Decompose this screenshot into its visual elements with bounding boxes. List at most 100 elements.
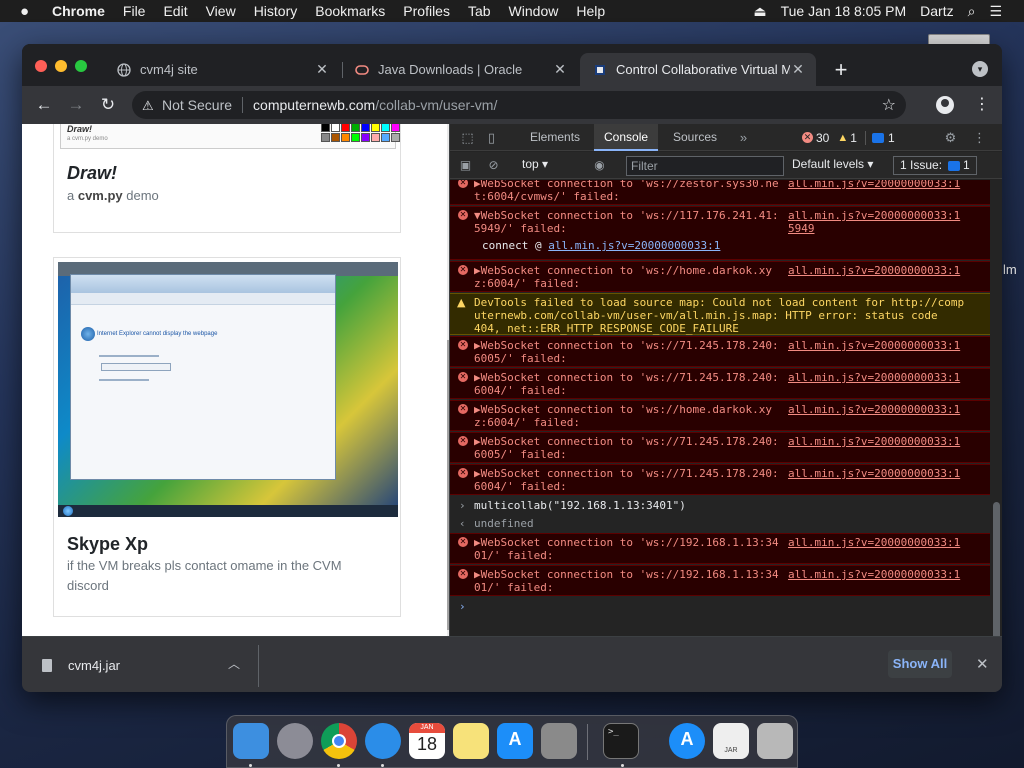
console-command-row[interactable]: › multicollab("192.168.1.13:3401") xyxy=(450,496,990,514)
minimize-window-button[interactable] xyxy=(55,60,67,72)
zoom-window-button[interactable] xyxy=(75,60,87,72)
console-source-link[interactable]: all.min.js?v=20000000033:1 xyxy=(788,568,988,581)
console-error-row[interactable]: ✕ ▶WebSocket connection to 'ws://home.dar… xyxy=(450,400,990,431)
menu-bookmarks[interactable]: Bookmarks xyxy=(315,3,385,19)
back-arrow-icon[interactable]: ← xyxy=(34,95,54,115)
safari-icon[interactable] xyxy=(365,723,401,759)
security-label[interactable]: Not Secure xyxy=(162,97,232,113)
show-all-downloads-button[interactable]: Show All xyxy=(888,650,952,678)
console-source-link[interactable]: all.min.js?v=20000000033:1 xyxy=(788,467,988,480)
console-error-row[interactable]: ✕ ▶WebSocket connection to 'ws://71.245.1… xyxy=(450,336,990,367)
finder-icon[interactable] xyxy=(233,723,269,759)
settings-gear-icon[interactable]: ⚙ xyxy=(943,130,958,145)
trash-icon[interactable] xyxy=(757,723,793,759)
menu-edit[interactable]: Edit xyxy=(163,3,187,19)
devtools-kebab-icon[interactable]: ⋮ xyxy=(972,130,987,145)
more-tabs-chevron-icon[interactable]: » xyxy=(736,130,751,145)
terminal-icon[interactable]: >_ xyxy=(603,723,639,759)
menu-app-chrome[interactable]: Chrome xyxy=(52,3,105,19)
console-prompt[interactable]: › xyxy=(459,600,466,613)
tab-close-icon[interactable]: ✕ xyxy=(552,61,568,78)
menu-window[interactable]: Window xyxy=(509,3,559,19)
menu-profiles[interactable]: Profiles xyxy=(403,3,450,19)
console-error-row[interactable]: ✕ ▶WebSocket connection to 'ws://71.245.1… xyxy=(450,368,990,399)
error-count[interactable]: ✕ 30 xyxy=(802,131,829,145)
download-item[interactable]: cvm4j.jar xyxy=(42,651,120,679)
console-source-link[interactable]: all.min.js?v=20000000033:1 xyxy=(788,180,988,190)
jar-file-icon[interactable]: JAR xyxy=(713,723,749,759)
menu-view[interactable]: View xyxy=(206,3,236,19)
log-levels-dropdown[interactable]: Default levels ▾ xyxy=(792,157,873,171)
app-store-icon[interactable]: A xyxy=(497,723,533,759)
console-scrollbar-thumb[interactable] xyxy=(993,502,1000,636)
tab-cvm4j-site[interactable]: cvm4j site ✕ xyxy=(104,53,340,86)
apple-menu-icon[interactable]: ● xyxy=(20,3,40,20)
menubar-user[interactable]: Dartz xyxy=(920,3,953,19)
eject-icon[interactable]: ⏏ xyxy=(753,3,766,20)
new-tab-plus-icon[interactable]: + xyxy=(830,57,852,83)
console-error-row[interactable]: ✕ ▶WebSocket connection to 'ws://71.245.1… xyxy=(450,432,990,463)
chrome-icon[interactable] xyxy=(321,723,357,759)
console-settings-gear-icon[interactable]: ⚙ xyxy=(1001,158,1002,173)
console-error-row[interactable]: ✕ ▼WebSocket connection to 'ws://117.176.… xyxy=(450,206,990,260)
close-window-button[interactable] xyxy=(35,60,47,72)
console-error-row[interactable]: ✕ ▶WebSocket connection to 'ws://home.dar… xyxy=(450,261,990,292)
profile-avatar-icon[interactable] xyxy=(936,96,954,114)
stack-trace-link[interactable]: all.min.js?v=20000000033:1 xyxy=(548,239,720,252)
warning-triangle-icon[interactable]: ⚠ xyxy=(142,98,156,113)
vm-thumbnail-draw[interactable]: Draw! a cvm.py demo xyxy=(60,124,400,149)
app-store-downloads-icon[interactable]: A xyxy=(669,723,705,759)
tab-control-collaborative-vm[interactable]: Control Collaborative Virtual M ✕ xyxy=(580,53,816,86)
menu-help[interactable]: Help xyxy=(576,3,605,19)
console-source-link[interactable]: all.min.js?v=20000000033:1 xyxy=(788,536,988,549)
console-source-link[interactable]: all.min.js?v=20000000033:1 xyxy=(788,339,988,352)
console-scrollbar[interactable] xyxy=(991,180,1002,636)
menu-file[interactable]: File xyxy=(123,3,146,19)
notes-icon[interactable] xyxy=(453,723,489,759)
tab-close-icon[interactable]: ✕ xyxy=(314,61,330,78)
bookmark-star-icon[interactable]: ☆ xyxy=(882,95,896,115)
menu-history[interactable]: History xyxy=(254,3,298,19)
tab-sources[interactable]: Sources xyxy=(663,124,727,151)
issue-counters[interactable]: ✕ 30 ▲ 1 1 xyxy=(802,128,903,147)
live-expression-eye-icon[interactable]: ◉ xyxy=(592,158,607,173)
console-error-row[interactable]: ✕ ▶WebSocket connection to 'ws://zestor.s… xyxy=(450,180,990,205)
console-source-link[interactable]: all.min.js?v=20000000033:1 5949 xyxy=(788,209,988,235)
console-error-row[interactable]: ✕ ▶WebSocket connection to 'ws://192.168.… xyxy=(450,533,990,564)
console-filter-input[interactable]: Filter xyxy=(626,156,784,176)
calendar-icon[interactable]: JAN 18 xyxy=(409,723,445,759)
inspect-element-icon[interactable]: ⬚ xyxy=(460,130,475,145)
console-error-row[interactable]: ✕ ▶WebSocket connection to 'ws://192.168.… xyxy=(450,565,990,596)
close-download-shelf-icon[interactable]: ✕ xyxy=(976,655,989,673)
console-source-link[interactable]: all.min.js?v=20000000033:1 xyxy=(788,403,988,416)
system-preferences-icon[interactable] xyxy=(541,723,577,759)
clear-console-icon[interactable]: ⊘ xyxy=(486,158,501,173)
menubar-clock[interactable]: Tue Jan 18 8:05 PM xyxy=(781,3,907,19)
console-output[interactable]: ✕ ▶WebSocket connection to 'ws://zestor.s… xyxy=(450,180,990,636)
console-warning-row[interactable]: ▲ DevTools failed to load source map: Cou… xyxy=(450,293,990,335)
reload-icon[interactable]: ↻ xyxy=(98,95,118,115)
vm-screenshot-skype-xp[interactable]: Internet Explorer cannot display the web… xyxy=(58,262,398,517)
message-count[interactable]: 1 xyxy=(864,130,895,145)
tab-console[interactable]: Console xyxy=(594,124,659,151)
console-source-link[interactable]: all.min.js?v=20000000033:1 xyxy=(788,371,988,384)
tab-elements[interactable]: Elements xyxy=(520,124,590,151)
launchpad-icon[interactable] xyxy=(277,723,313,759)
spotlight-search-icon[interactable]: ⌕ xyxy=(968,3,976,20)
vm-card-draw[interactable]: Draw! a cvm.py demo Draw! a cvm.py demo xyxy=(53,124,401,233)
device-toolbar-icon[interactable]: ▯ xyxy=(484,130,499,145)
context-selector[interactable]: top ▾ xyxy=(522,157,548,171)
control-center-icon[interactable]: ☰ xyxy=(989,3,1002,20)
console-error-row[interactable]: ✕ ▶WebSocket connection to 'ws://71.245.1… xyxy=(450,464,990,495)
address-bar[interactable]: ⚠ Not Secure computernewb.com /collab-vm… xyxy=(132,91,906,119)
forward-arrow-icon[interactable]: → xyxy=(66,95,86,115)
chrome-menu-kebab-icon[interactable]: ⋮ xyxy=(974,94,990,114)
tab-java-downloads[interactable]: Java Downloads | Oracle ✕ xyxy=(342,53,578,86)
download-options-chevron-icon[interactable]: ︿ xyxy=(228,655,240,672)
warning-count[interactable]: ▲ 1 xyxy=(837,131,857,145)
menu-tab[interactable]: Tab xyxy=(468,3,491,19)
tab-close-icon[interactable]: ✕ xyxy=(790,61,806,78)
tab-search-chevron-icon[interactable]: ▾ xyxy=(972,61,988,77)
sidebar-toggle-icon[interactable]: ▣ xyxy=(458,158,473,173)
issues-button[interactable]: 1 Issue: 1 xyxy=(893,156,977,175)
